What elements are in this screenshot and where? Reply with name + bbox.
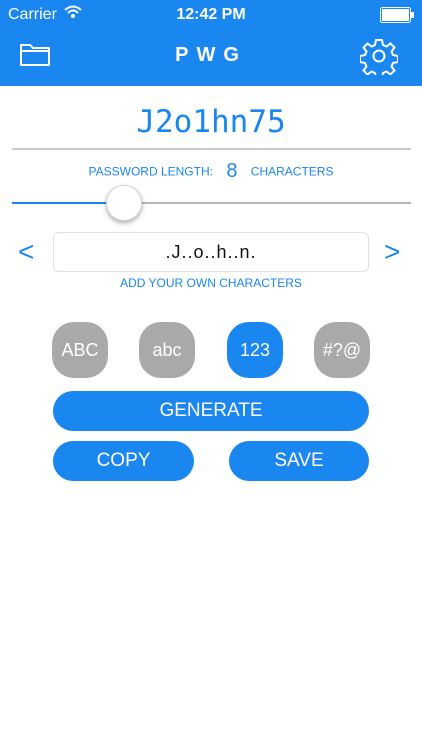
copy-button[interactable]: COPY xyxy=(53,441,194,481)
password-length-row: PASSWORD LENGTH: 8 CHARACTERS xyxy=(0,160,422,184)
status-bar: Carrier 12:42 PM xyxy=(0,0,422,32)
custom-characters-caption: ADD YOUR OWN CHARACTERS xyxy=(120,276,302,290)
symbols-toggle[interactable]: #?@ xyxy=(314,322,370,378)
password-length-value: 8 xyxy=(226,160,238,182)
custom-characters-input[interactable]: .J..o..h..n. xyxy=(53,232,369,272)
uppercase-toggle[interactable]: ABC xyxy=(52,322,108,378)
divider xyxy=(12,148,411,150)
app-header: Carrier 12:42 PM PWG xyxy=(0,0,422,86)
length-slider-track[interactable] xyxy=(123,202,411,204)
status-time: 12:42 PM xyxy=(176,6,246,23)
previous-arrow-button[interactable]: < xyxy=(18,236,34,268)
password-length-unit: CHARACTERS xyxy=(250,164,334,179)
battery-icon xyxy=(380,7,414,23)
password-length-label: PASSWORD LENGTH: xyxy=(88,164,213,179)
next-arrow-button[interactable]: > xyxy=(384,236,400,268)
lowercase-toggle[interactable]: abc xyxy=(139,322,195,378)
gear-icon[interactable] xyxy=(360,37,398,75)
length-slider-thumb[interactable] xyxy=(105,185,142,221)
app-title: PWG xyxy=(175,44,247,66)
save-button[interactable]: SAVE xyxy=(229,441,369,481)
generate-button[interactable]: GENERATE xyxy=(53,391,369,431)
generated-password: J2o1hn75 xyxy=(136,104,286,140)
numbers-toggle[interactable]: 123 xyxy=(227,322,283,378)
